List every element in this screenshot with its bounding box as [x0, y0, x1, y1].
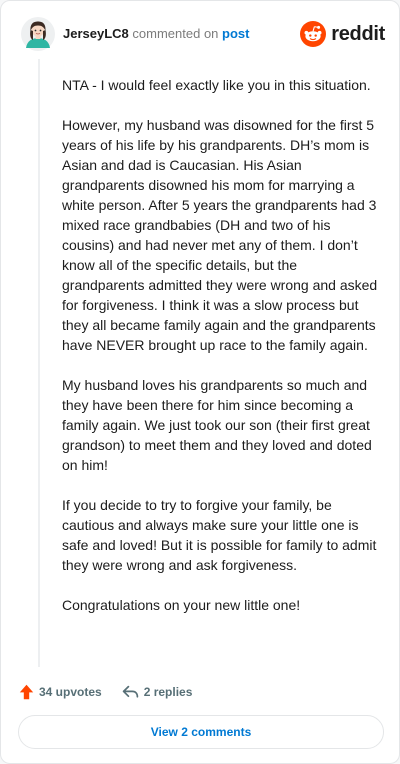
comment-actions: 34 upvotes 2 replies [19, 682, 192, 702]
username[interactable]: JerseyLC8 [63, 26, 129, 41]
comment-header: JerseyLC8 commented on post reddit [19, 15, 385, 53]
upvote-count: 34 upvotes [39, 685, 102, 699]
comment-paragraph: NTA - I would feel exactly like you in t… [62, 77, 371, 93]
reply-arrow-icon [122, 685, 138, 698]
reddit-logo[interactable]: reddit [300, 20, 385, 48]
reddit-alien-icon [300, 21, 327, 47]
comment-meta: JerseyLC8 commented on post [63, 26, 249, 42]
upvote-button[interactable]: 34 upvotes [19, 684, 102, 700]
avatar-icon[interactable] [21, 17, 55, 51]
replies-button[interactable]: 2 replies [122, 685, 193, 699]
reply-count: 2 replies [143, 685, 193, 699]
comment-card: JerseyLC8 commented on post reddit NTA -… [0, 0, 400, 764]
action-text: commented on [132, 26, 219, 41]
comment-paragraph: If you decide to try to forgive your fam… [62, 497, 377, 573]
comment-paragraph: My husband loves his grandparents so muc… [62, 377, 372, 473]
upvote-arrow-icon [19, 684, 34, 700]
view-comments-button[interactable]: View 2 comments [18, 715, 384, 749]
post-link[interactable]: post [222, 26, 249, 41]
brand-wordmark: reddit [331, 22, 385, 45]
comment-paragraph: Congratulations on your new little one! [62, 597, 301, 613]
thread-line[interactable] [38, 59, 40, 667]
comment-body: NTA - I would feel exactly like you in t… [62, 75, 380, 635]
comment-paragraph: However, my husband was disowned for the… [62, 117, 378, 353]
